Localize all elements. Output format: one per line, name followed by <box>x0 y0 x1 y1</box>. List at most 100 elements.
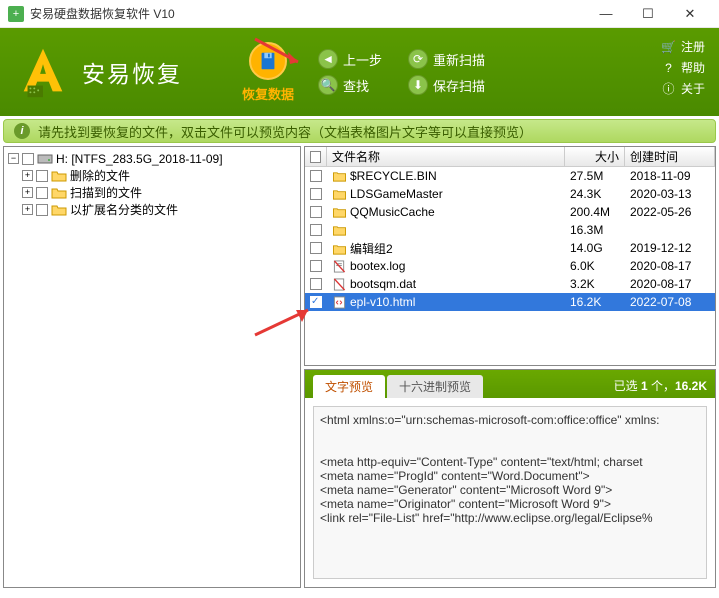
logo-icon <box>14 43 72 101</box>
recover-label: 恢复数据 <box>242 84 294 103</box>
file-name: 编辑组2 <box>350 242 393 256</box>
help-icon: ? <box>661 60 676 75</box>
row-checkbox[interactable] <box>310 278 322 290</box>
file-name: LDSGameMaster <box>350 187 443 201</box>
file-list: 文件名称 大小 创建时间 $RECYCLE.BIN 27.5M2018-11-09… <box>304 146 716 366</box>
logo-area: 安易恢复 <box>14 43 182 101</box>
cart-icon: 🛒 <box>661 39 676 54</box>
logo-text: 安易恢复 <box>82 55 182 89</box>
info-bar: i 请先找到要恢复的文件，双击文件可以预览内容（文档表格图片文字等可以直接预览） <box>3 119 716 143</box>
preview-pane: 文字预览 十六进制预览 已选 1 个，16.2K <box>304 369 716 588</box>
file-icon <box>332 206 347 219</box>
expand-icon[interactable]: + <box>22 204 33 215</box>
file-list-header: 文件名称 大小 创建时间 <box>305 147 715 167</box>
tab-hex-preview[interactable]: 十六进制预览 <box>387 375 483 398</box>
file-size: 200.4M <box>565 205 625 219</box>
tree-node-ext[interactable]: + 以扩展名分类的文件 <box>22 201 296 218</box>
file-row[interactable]: bootsqm.dat3.2K2020-08-17 <box>305 275 715 293</box>
register-link[interactable]: 🛒注册 <box>661 38 705 55</box>
row-checkbox[interactable] <box>310 224 322 236</box>
row-checkbox[interactable] <box>310 260 322 272</box>
col-date[interactable]: 创建时间 <box>625 147 715 166</box>
arrow-left-icon: ◄ <box>318 49 338 69</box>
expand-icon[interactable]: − <box>8 153 19 164</box>
file-size: 16.3M <box>565 223 625 237</box>
info-icon: ⓘ <box>661 81 676 96</box>
file-row[interactable]: LDSGameMaster24.3K2020-03-13 <box>305 185 715 203</box>
file-icon <box>332 278 347 291</box>
file-date: 2019-12-12 <box>625 241 715 255</box>
row-checkbox[interactable] <box>310 242 322 254</box>
file-icon <box>332 170 347 183</box>
tree-root[interactable]: − H: [NTFS_283.5G_2018-11-09] <box>8 150 296 167</box>
file-date: 2018-11-09 <box>625 169 715 183</box>
close-button[interactable]: ✕ <box>669 0 711 28</box>
file-row[interactable]: QQMusicCache 200.4M2022-05-26 <box>305 203 715 221</box>
file-icon <box>332 260 347 273</box>
titlebar: + 安易硬盘数据恢复软件 V10 — ☐ ✕ <box>0 0 719 28</box>
row-checkbox[interactable] <box>310 206 322 218</box>
select-all-checkbox[interactable] <box>310 151 321 163</box>
prev-button[interactable]: ◄上一步 <box>318 49 382 69</box>
maximize-button[interactable]: ☐ <box>627 0 669 28</box>
tab-text-preview[interactable]: 文字预览 <box>313 375 385 398</box>
file-size: 14.0G <box>565 241 625 255</box>
file-icon <box>332 296 347 309</box>
row-checkbox[interactable] <box>310 188 322 200</box>
save-icon: ⬇ <box>408 75 428 95</box>
file-name: bootsqm.dat <box>350 277 416 291</box>
folder-icon <box>51 186 67 200</box>
help-link[interactable]: ?帮助 <box>661 59 705 76</box>
file-row[interactable]: 16.3M <box>305 221 715 239</box>
disk-icon <box>249 42 287 80</box>
about-link[interactable]: ⓘ关于 <box>661 80 705 97</box>
recover-data-button[interactable]: 恢复数据 <box>242 42 294 103</box>
file-name: $RECYCLE.BIN <box>350 169 437 183</box>
file-list-body[interactable]: $RECYCLE.BIN 27.5M2018-11-09 LDSGameMaster… <box>305 167 715 365</box>
tree-checkbox[interactable] <box>36 170 48 182</box>
tree-checkbox[interactable] <box>36 204 48 216</box>
savescan-button[interactable]: ⬇保存扫描 <box>408 75 485 95</box>
file-name: QQMusicCache <box>350 205 435 219</box>
file-name: epl-v10.html <box>350 295 415 309</box>
row-checkbox[interactable] <box>310 296 322 308</box>
expand-icon[interactable]: + <box>22 170 33 181</box>
tree-pane[interactable]: − H: [NTFS_283.5G_2018-11-09] + 删除的文件 + … <box>3 146 301 588</box>
tree-checkbox[interactable] <box>22 153 34 165</box>
file-row[interactable]: epl-v10.html16.2K2022-07-08 <box>305 293 715 311</box>
app-title: 安易硬盘数据恢复软件 V10 <box>30 5 175 22</box>
tree-node-deleted[interactable]: + 删除的文件 <box>22 167 296 184</box>
info-text: 请先找到要恢复的文件，双击文件可以预览内容（文档表格图片文字等可以直接预览） <box>38 122 532 141</box>
file-row[interactable]: bootex.log6.0K2020-08-17 <box>305 257 715 275</box>
row-checkbox[interactable] <box>310 170 322 182</box>
app-icon: + <box>8 6 24 22</box>
preview-tabs: 文字预览 十六进制预览 已选 1 个，16.2K <box>305 370 715 398</box>
expand-icon[interactable]: + <box>22 187 33 198</box>
file-size: 6.0K <box>565 259 625 273</box>
file-size: 16.2K <box>565 295 625 309</box>
file-date: 2020-03-13 <box>625 187 715 201</box>
file-row[interactable]: 编辑组2 14.0G2019-12-12 <box>305 239 715 257</box>
file-row[interactable]: $RECYCLE.BIN 27.5M2018-11-09 <box>305 167 715 185</box>
minimize-button[interactable]: — <box>585 0 627 28</box>
file-date: 2022-05-26 <box>625 205 715 219</box>
info-icon: i <box>14 123 30 139</box>
preview-content[interactable] <box>313 406 707 579</box>
file-name: bootex.log <box>350 259 405 273</box>
col-size[interactable]: 大小 <box>565 147 625 166</box>
file-icon <box>332 224 347 237</box>
folder-icon <box>51 203 67 217</box>
refresh-icon: ⟳ <box>408 49 428 69</box>
tree-node-scanned[interactable]: + 扫描到的文件 <box>22 184 296 201</box>
file-icon <box>332 188 347 201</box>
search-icon: 🔍 <box>318 75 338 95</box>
tree-checkbox[interactable] <box>36 187 48 199</box>
file-size: 27.5M <box>565 169 625 183</box>
col-name[interactable]: 文件名称 <box>327 147 565 166</box>
folder-icon <box>51 169 67 183</box>
search-button[interactable]: 🔍查找 <box>318 75 382 95</box>
rescan-button[interactable]: ⟳重新扫描 <box>408 49 485 69</box>
file-icon <box>332 243 347 256</box>
header: 安易恢复 恢复数据 ◄上一步 ⟳重新扫描 🔍查找 ⬇保存扫描 🛒注册 ?帮助 ⓘ… <box>0 28 719 116</box>
selection-status: 已选 1 个，16.2K <box>614 377 707 398</box>
